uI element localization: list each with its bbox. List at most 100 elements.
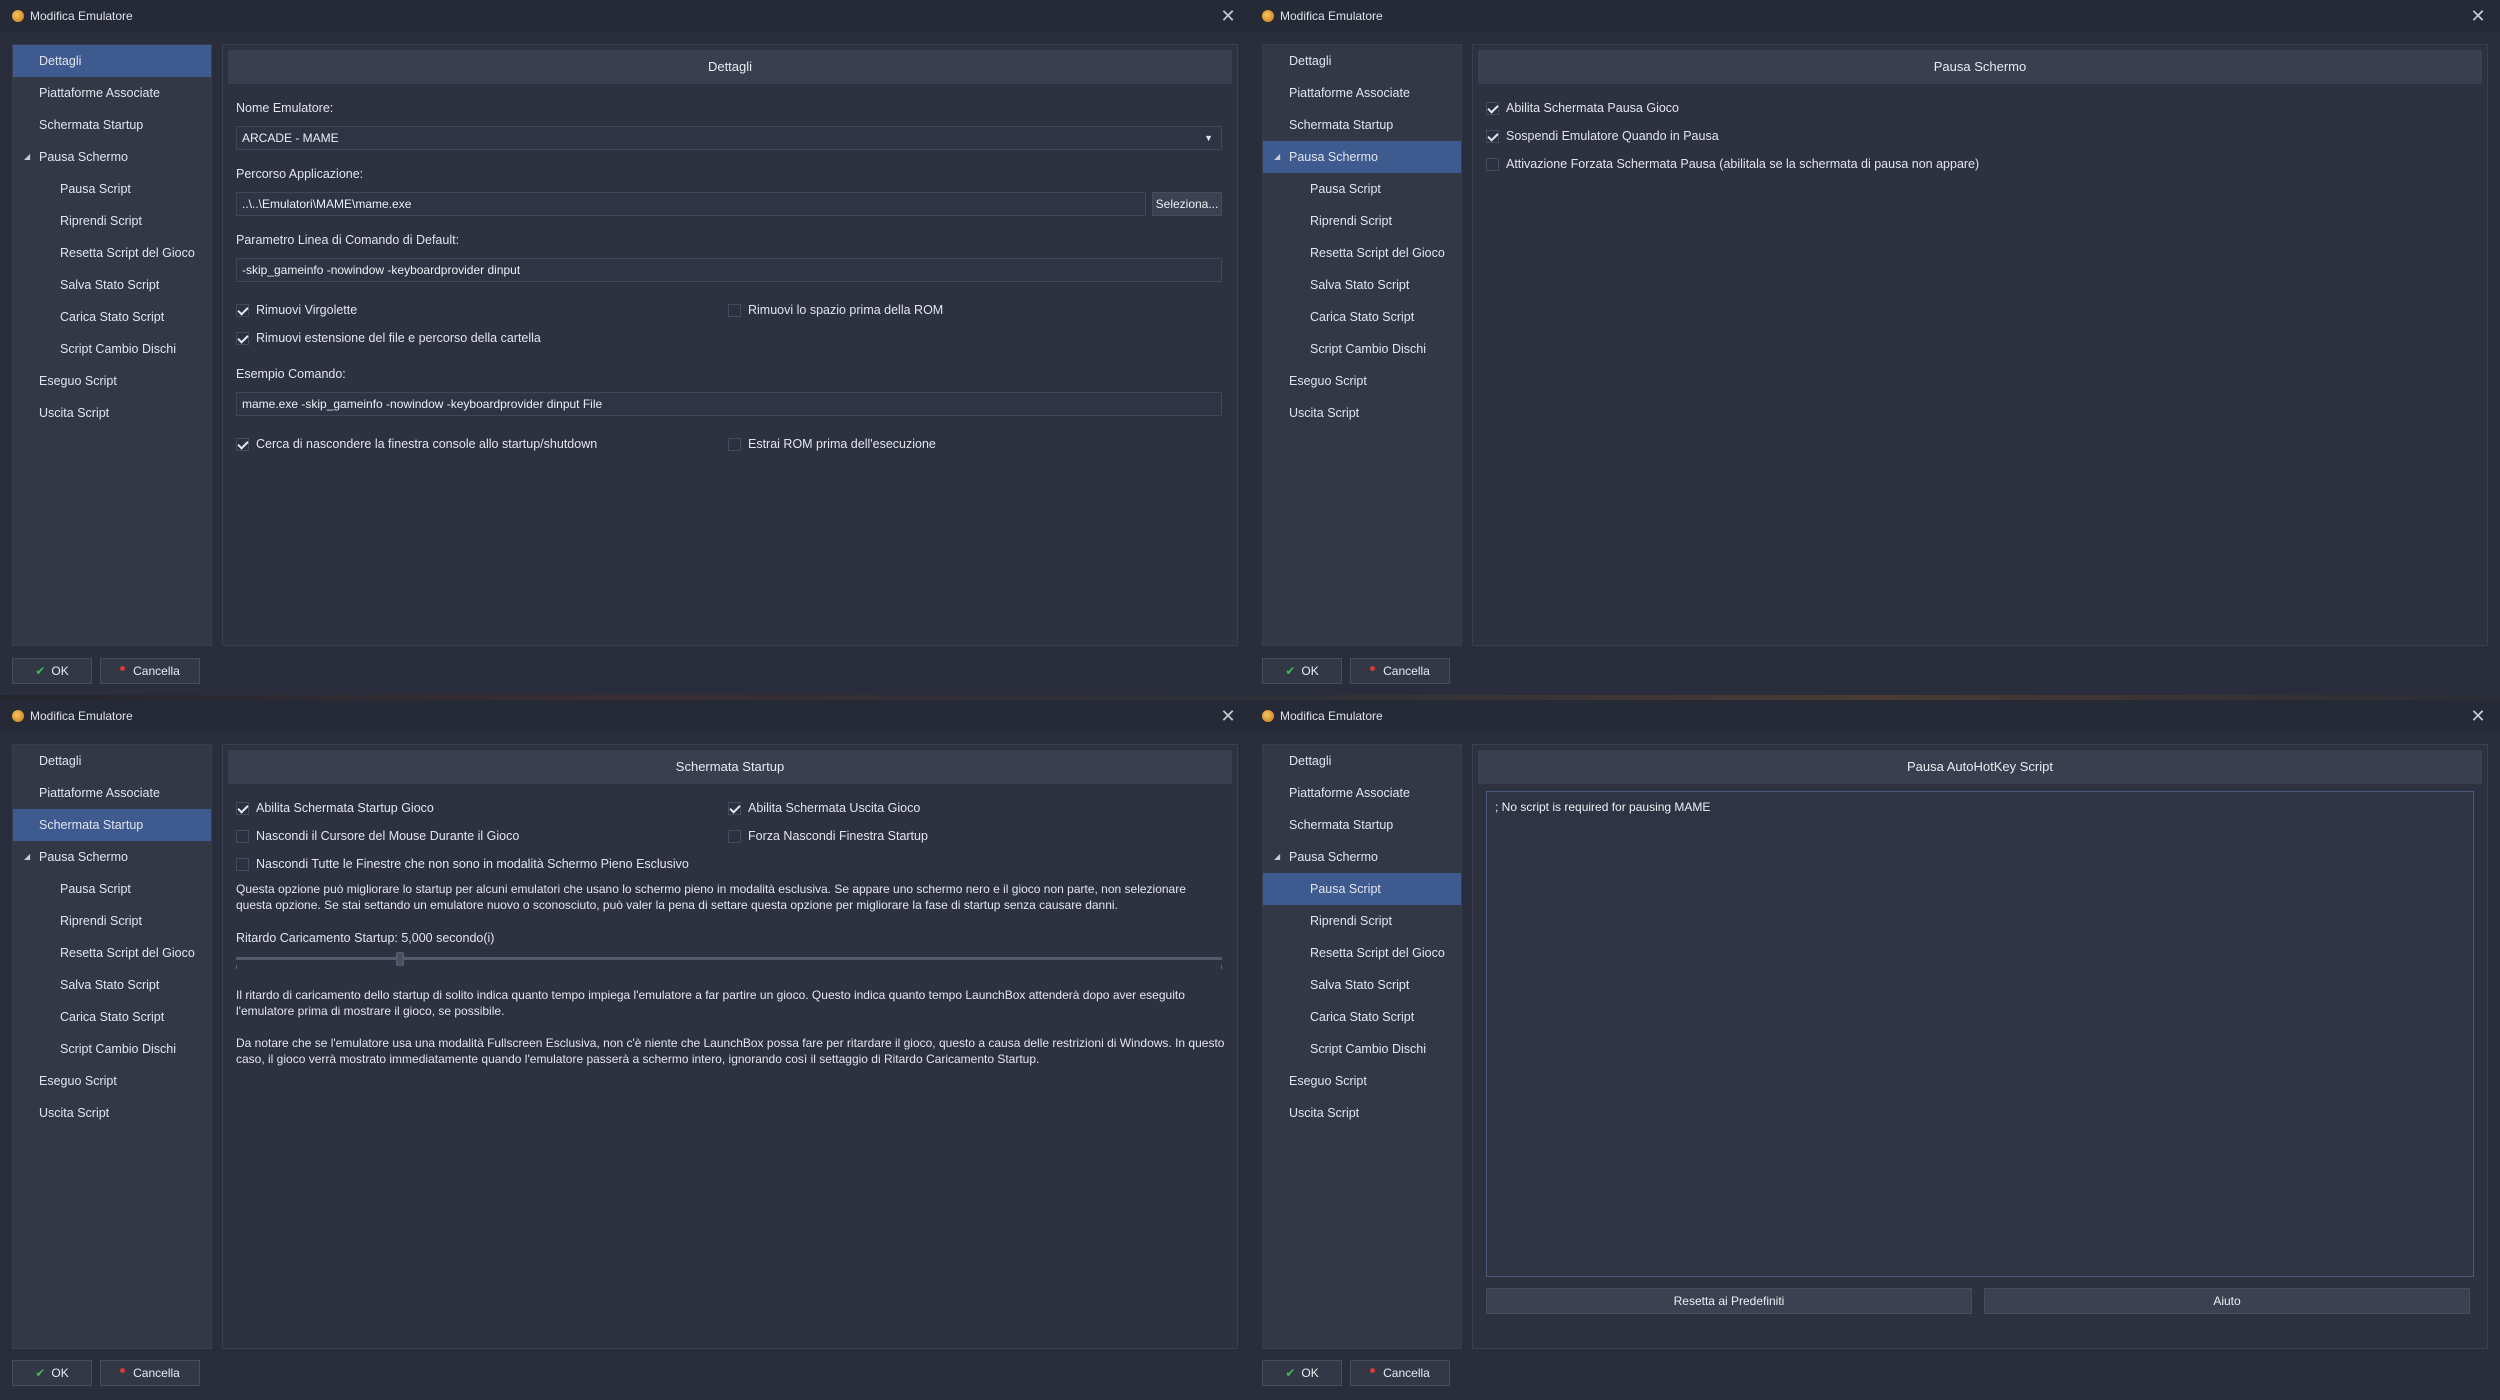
nav-item-dettagli[interactable]: Dettagli — [1263, 745, 1461, 777]
expand-arrow-icon[interactable]: ◢ — [24, 841, 30, 873]
nav-item-riprendi[interactable]: Riprendi Script — [13, 905, 211, 937]
close-icon[interactable]: ✕ — [1216, 4, 1240, 28]
ok-button[interactable]: ✔ OK — [1262, 658, 1342, 684]
nav-item-salva[interactable]: Salva Stato Script — [1263, 269, 1461, 301]
nav-item-pausa-script[interactable]: Pausa Script — [1263, 873, 1461, 905]
nav-item-startup[interactable]: Schermata Startup — [13, 809, 211, 841]
startup-delay-track[interactable] — [236, 957, 1222, 960]
enable-startup-checkbox[interactable]: Abilita Schermata Startup Gioco — [236, 801, 434, 815]
nav-item-resetta[interactable]: Resetta Script del Gioco — [13, 237, 211, 269]
nav-item-pausa-script[interactable]: Pausa Script — [1263, 173, 1461, 205]
enable-pause-checkbox[interactable]: Abilita Schermata Pausa Gioco — [1486, 101, 1679, 115]
browse-button[interactable]: Seleziona... — [1152, 192, 1222, 216]
extract-rom-checkbox[interactable]: Estrai ROM prima dell'esecuzione — [728, 437, 936, 451]
nav-item-cambio[interactable]: Script Cambio Dischi — [13, 333, 211, 365]
nav-item-pausa[interactable]: ◢ Pausa Schermo — [13, 141, 211, 173]
nav-item-dettagli[interactable]: Dettagli — [1263, 45, 1461, 77]
nav-item-startup[interactable]: Schermata Startup — [1263, 809, 1461, 841]
params-input[interactable]: -skip_gameinfo -nowindow -keyboardprovid… — [236, 258, 1222, 282]
checkbox-box[interactable] — [1486, 157, 1499, 171]
nav-item-riprendi[interactable]: Riprendi Script — [13, 205, 211, 237]
hide-windows-checkbox[interactable]: Nascondi Tutte le Finestre che non sono … — [236, 857, 689, 871]
nav-item-cambio[interactable]: Script Cambio Dischi — [1263, 1033, 1461, 1065]
nav-item-salva[interactable]: Salva Stato Script — [1263, 969, 1461, 1001]
nav-item-cambio[interactable]: Script Cambio Dischi — [13, 1033, 211, 1065]
startup-delay-slider-thumb[interactable] — [396, 952, 405, 966]
ok-button[interactable]: ✔ OK — [1262, 1360, 1342, 1386]
nav-item-resetta[interactable]: Resetta Script del Gioco — [1263, 237, 1461, 269]
checkbox-box[interactable] — [728, 801, 741, 815]
checkbox-box[interactable] — [1486, 129, 1499, 143]
hide-cursor-checkbox[interactable]: Nascondi il Cursore del Mouse Durante il… — [236, 829, 519, 843]
cancel-button[interactable]: Cancella — [100, 658, 200, 684]
nav-item-riprendi[interactable]: Riprendi Script — [1263, 905, 1461, 937]
cancel-button[interactable]: Cancella — [100, 1360, 200, 1386]
nav-item-carica[interactable]: Carica Stato Script — [13, 1001, 211, 1033]
help-button[interactable]: Aiuto — [1984, 1288, 2470, 1314]
checkbox-box[interactable] — [236, 829, 249, 843]
close-icon[interactable]: ✕ — [1216, 704, 1240, 728]
reset-defaults-button[interactable]: Resetta ai Predefiniti — [1486, 1288, 1972, 1314]
cancel-button[interactable]: Cancella — [1350, 1360, 1450, 1386]
nav-item-riprendi[interactable]: Riprendi Script — [1263, 205, 1461, 237]
close-icon[interactable]: ✕ — [2466, 704, 2490, 728]
nav-item-piattaforme[interactable]: Piattaforme Associate — [13, 77, 211, 109]
remove-extension-checkbox[interactable]: Rimuovi estensione del file e percorso d… — [236, 331, 541, 345]
nav-item-esegui[interactable]: Eseguo Script — [13, 365, 211, 397]
nav-item-uscita[interactable]: Uscita Script — [1263, 1097, 1461, 1129]
checkbox-box[interactable] — [1486, 101, 1499, 115]
app-path-input[interactable]: ..\..\Emulatori\MAME\mame.exe — [236, 192, 1146, 216]
nav-item-esegui[interactable]: Eseguo Script — [1263, 365, 1461, 397]
nav-item-pausa-script[interactable]: Pausa Script — [13, 873, 211, 905]
nav-item-dettagli[interactable]: Dettagli — [13, 45, 211, 77]
nav-item-uscita[interactable]: Uscita Script — [13, 397, 211, 429]
nav-item-cambio[interactable]: Script Cambio Dischi — [1263, 333, 1461, 365]
remove-quotes-checkbox[interactable]: Rimuovi Virgolette — [236, 303, 357, 317]
nav-item-piattaforme[interactable]: Piattaforme Associate — [13, 777, 211, 809]
hide-console-checkbox[interactable]: Cerca di nascondere la finestra console … — [236, 437, 597, 451]
expand-arrow-icon[interactable]: ◢ — [24, 141, 30, 173]
nav-item-uscita[interactable]: Uscita Script — [1263, 397, 1461, 429]
example-command-field[interactable]: mame.exe -skip_gameinfo -nowindow -keybo… — [236, 392, 1222, 416]
checkbox-box[interactable] — [728, 437, 741, 451]
nav-item-resetta[interactable]: Resetta Script del Gioco — [13, 937, 211, 969]
expand-arrow-icon[interactable]: ◢ — [1274, 841, 1280, 873]
nav-item-esegui[interactable]: Eseguo Script — [1263, 1065, 1461, 1097]
close-icon[interactable]: ✕ — [2466, 4, 2490, 28]
nav-item-piattaforme[interactable]: Piattaforme Associate — [1263, 77, 1461, 109]
ok-button[interactable]: ✔ OK — [12, 658, 92, 684]
nav-item-esegui[interactable]: Eseguo Script — [13, 1065, 211, 1097]
nav-item-startup[interactable]: Schermata Startup — [1263, 109, 1461, 141]
cancel-button[interactable]: Cancella — [1350, 658, 1450, 684]
nav-item-startup[interactable]: Schermata Startup — [13, 109, 211, 141]
nav-item-pausa[interactable]: ◢ Pausa Schermo — [13, 841, 211, 873]
emulator-name-select[interactable]: ARCADE - MAME ▼ — [236, 126, 1222, 150]
nav-item-carica[interactable]: Carica Stato Script — [1263, 301, 1461, 333]
checkbox-box[interactable] — [236, 303, 249, 317]
force-hide-checkbox[interactable]: Forza Nascondi Finestra Startup — [728, 829, 928, 843]
nav-item-pausa-script[interactable]: Pausa Script — [13, 173, 211, 205]
checkbox-box[interactable] — [236, 437, 249, 451]
ok-button[interactable]: ✔ OK — [12, 1360, 92, 1386]
checkbox-box[interactable] — [728, 303, 741, 317]
script-editor[interactable]: ; No script is required for pausing MAME — [1486, 791, 2474, 1277]
nav-item-salva[interactable]: Salva Stato Script — [13, 269, 211, 301]
nav-item-pausa[interactable]: ◢ Pausa Schermo — [1263, 841, 1461, 873]
suspend-emulator-checkbox[interactable]: Sospendi Emulatore Quando in Pausa — [1486, 129, 1719, 143]
nav-item-carica[interactable]: Carica Stato Script — [1263, 1001, 1461, 1033]
checkbox-box[interactable] — [236, 857, 249, 871]
checkbox-box[interactable] — [236, 331, 249, 345]
nav-item-uscita[interactable]: Uscita Script — [13, 1097, 211, 1129]
nav-item-carica[interactable]: Carica Stato Script — [13, 301, 211, 333]
enable-exit-checkbox[interactable]: Abilita Schermata Uscita Gioco — [728, 801, 920, 815]
nav-item-dettagli[interactable]: Dettagli — [13, 745, 211, 777]
nav-item-pausa[interactable]: ◢ Pausa Schermo — [1263, 141, 1461, 173]
nav-item-resetta[interactable]: Resetta Script del Gioco — [1263, 937, 1461, 969]
checkbox-box[interactable] — [236, 801, 249, 815]
expand-arrow-icon[interactable]: ◢ — [1274, 141, 1280, 173]
force-pause-checkbox[interactable]: Attivazione Forzata Schermata Pausa (abi… — [1486, 157, 1979, 171]
nav-item-salva[interactable]: Salva Stato Script — [13, 969, 211, 1001]
checkbox-box[interactable] — [728, 829, 741, 843]
remove-space-checkbox[interactable]: Rimuovi lo spazio prima della ROM — [728, 303, 943, 317]
nav-item-piattaforme[interactable]: Piattaforme Associate — [1263, 777, 1461, 809]
